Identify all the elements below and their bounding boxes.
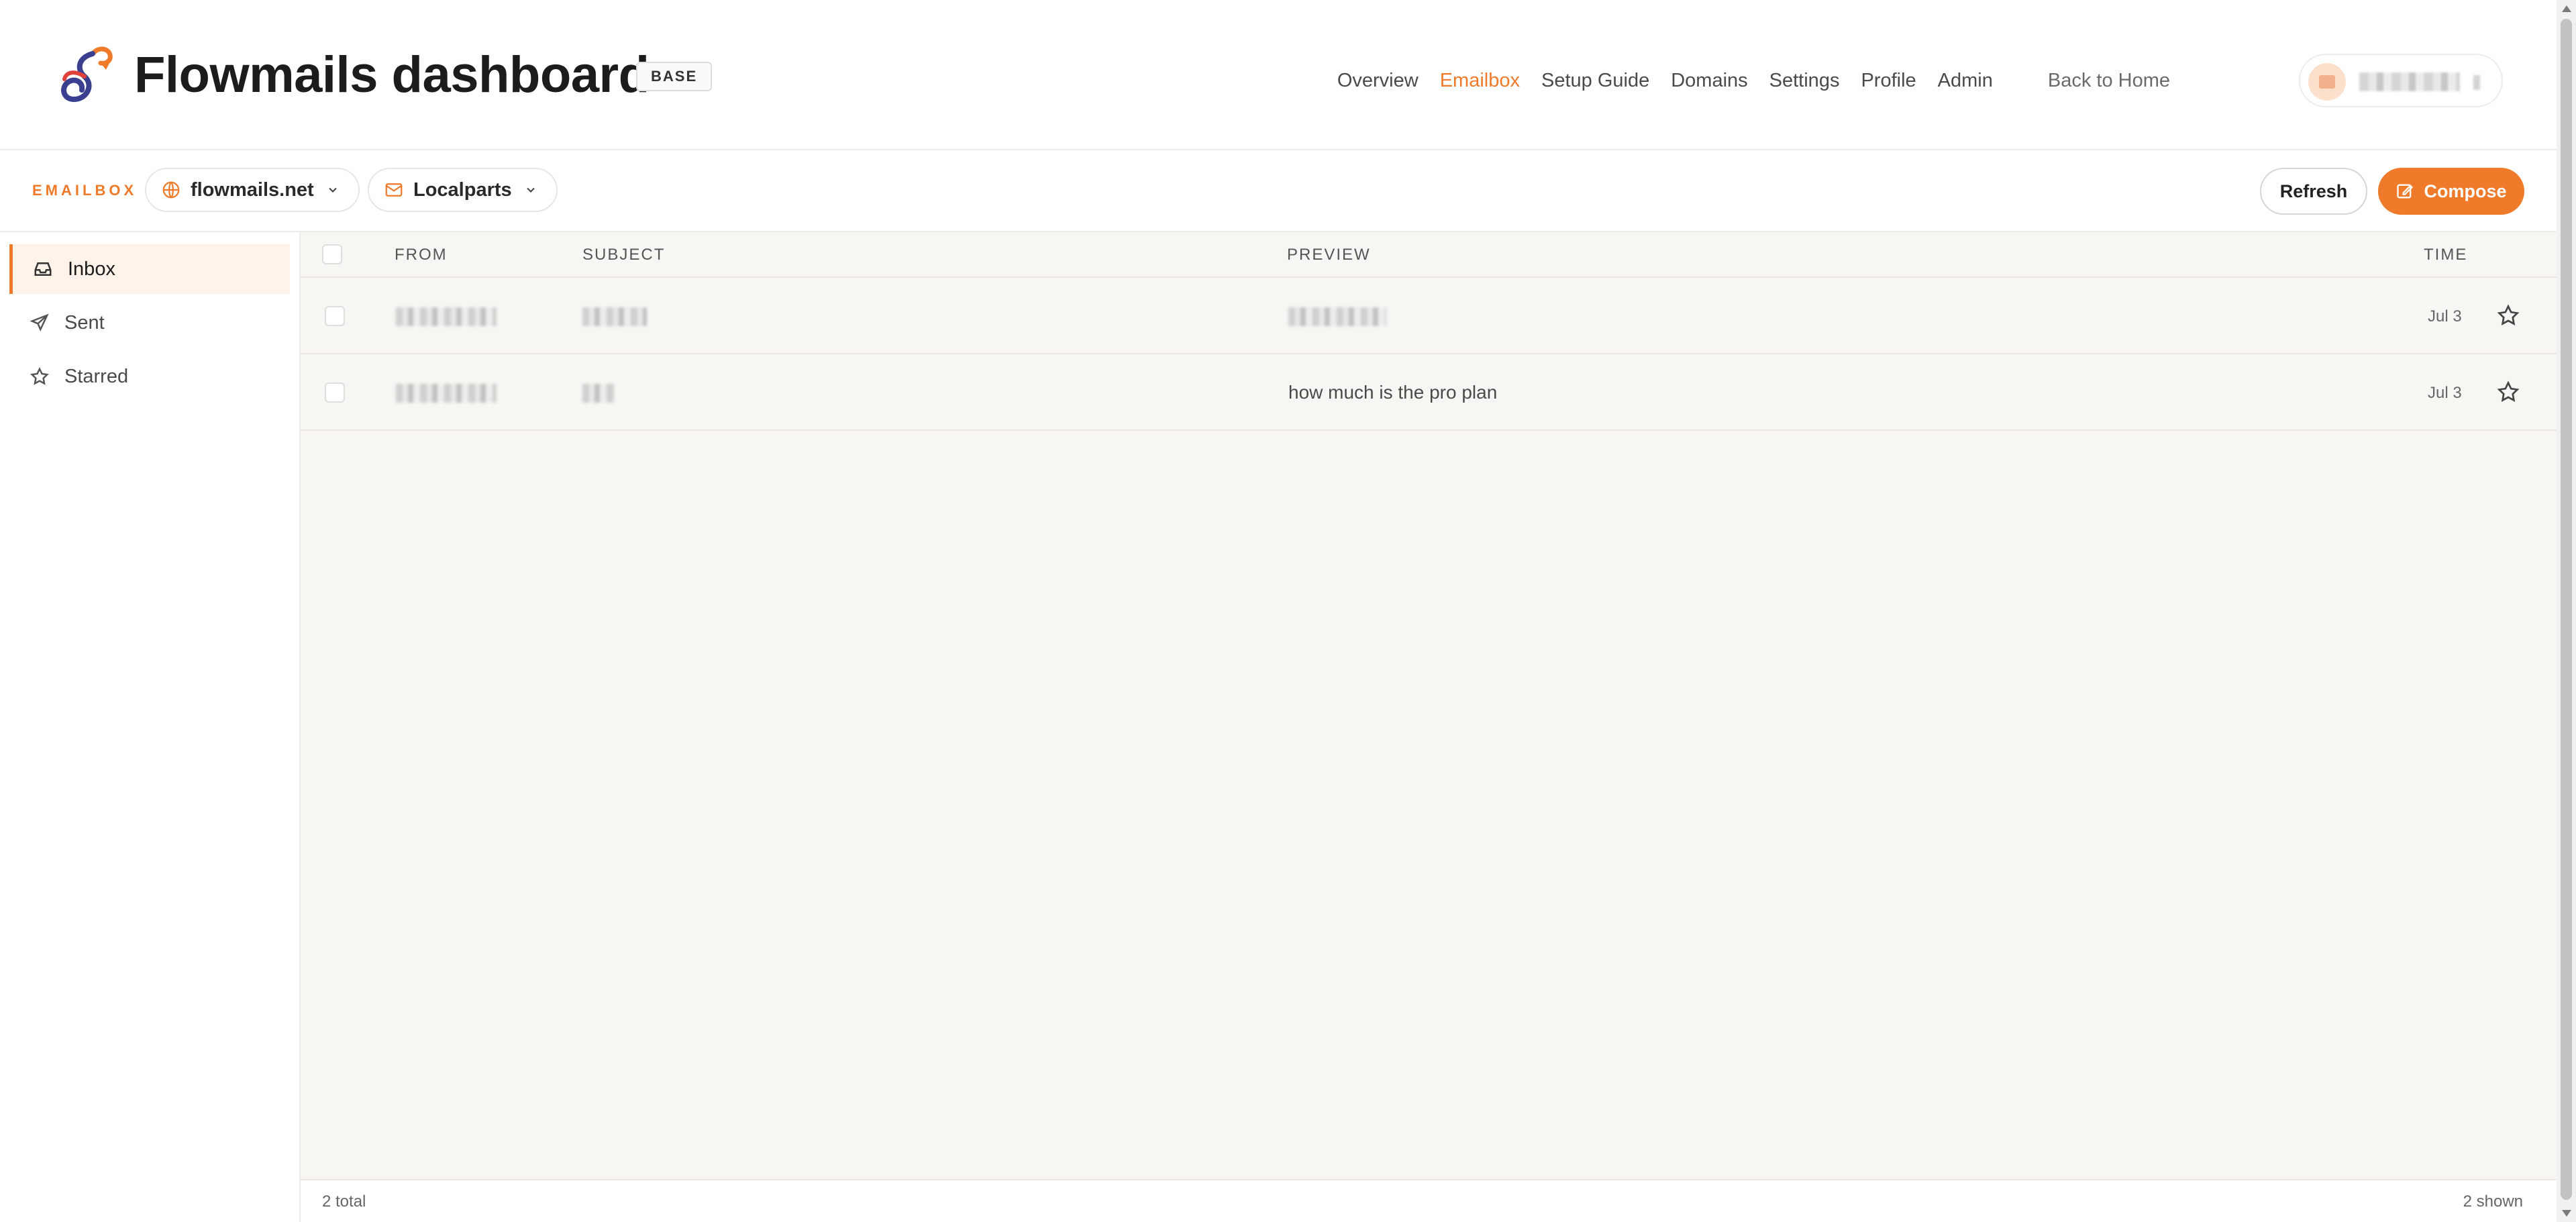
nav-overview[interactable]: Overview	[1327, 64, 1429, 97]
sidebar-item-label: Starred	[64, 365, 129, 387]
nav-admin[interactable]: Admin	[1927, 64, 2004, 97]
nav-domains[interactable]: Domains	[1660, 64, 1758, 97]
shown-count: 2 shown	[2463, 1192, 2523, 1211]
emailbox-toolbar: EMAILBOX flowmails.net Localparts Refres…	[0, 150, 2557, 232]
mail-list: FROM SUBJECT PREVIEW TIME Jul 3 how much…	[301, 232, 2557, 1222]
sidebar-item-label: Sent	[64, 311, 105, 334]
nav-profile[interactable]: Profile	[1850, 64, 1926, 97]
column-header-from[interactable]: FROM	[395, 244, 448, 266]
mail-row[interactable]: how much is the pro plan Jul 3	[301, 354, 2557, 431]
inbox-icon	[34, 262, 52, 276]
user-menu-extra-redacted	[2473, 75, 2480, 90]
total-count: 2 total	[322, 1192, 366, 1211]
from-redacted	[396, 307, 497, 326]
sidebar-item-inbox[interactable]: Inbox	[9, 244, 290, 294]
mail-list-header: FROM SUBJECT PREVIEW TIME	[301, 232, 2557, 278]
user-menu-button[interactable]	[2299, 54, 2503, 107]
compose-label: Compose	[2424, 181, 2507, 201]
column-header-preview: PREVIEW	[1287, 246, 1371, 264]
mail-preview: how much is the pro plan	[1288, 382, 1498, 403]
mail-row[interactable]: Jul 3	[301, 278, 2557, 354]
sidebar-item-sent[interactable]: Sent	[9, 298, 290, 348]
sidebar-item-starred[interactable]: Starred	[9, 352, 290, 401]
chevron-down-icon	[526, 187, 535, 193]
compose-icon	[2397, 184, 2414, 199]
refresh-button[interactable]: Refresh	[2260, 168, 2367, 215]
page-scrollbar[interactable]	[2557, 0, 2576, 1222]
user-name-redacted	[2359, 72, 2460, 91]
chevron-down-icon	[328, 187, 337, 193]
folder-icon	[2308, 63, 2346, 101]
mail-list-footer: 2 total 2 shown	[301, 1179, 2557, 1222]
mail-icon	[385, 183, 403, 197]
domain-select[interactable]: flowmails.net	[145, 168, 360, 212]
folder-sidebar: Inbox Sent Starred	[0, 232, 301, 1222]
app-header: Flowmails dashboard BASE Overview Emailb…	[0, 0, 2557, 150]
column-header-time[interactable]: TIME	[2424, 244, 2467, 266]
scrollbar-thumb[interactable]	[2561, 19, 2572, 1200]
mail-time: Jul 3	[2428, 384, 2462, 402]
select-all-checkbox[interactable]	[322, 244, 342, 264]
subject-redacted	[582, 384, 615, 403]
row-checkbox[interactable]	[325, 306, 345, 326]
mail-time: Jul 3	[2428, 307, 2462, 325]
row-checkbox[interactable]	[325, 383, 345, 403]
send-icon	[30, 313, 49, 332]
nav-emailbox[interactable]: Emailbox	[1429, 64, 1531, 97]
localparts-select-value: Localparts	[413, 179, 512, 201]
from-redacted	[396, 384, 497, 403]
domain-select-value: flowmails.net	[191, 179, 314, 201]
globe-icon	[162, 181, 180, 199]
localparts-select[interactable]: Localparts	[368, 168, 558, 212]
main-nav: Overview Emailbox Setup Guide Domains Se…	[1327, 64, 2181, 97]
compose-button[interactable]: Compose	[2378, 168, 2524, 215]
scroll-down-arrow-icon[interactable]	[2562, 1210, 2571, 1217]
preview-redacted	[1288, 307, 1386, 326]
back-to-home-link[interactable]: Back to Home	[2037, 64, 2181, 97]
flowmails-logo-icon[interactable]	[54, 43, 115, 107]
star-toggle-icon[interactable]	[2496, 303, 2520, 327]
sidebar-item-label: Inbox	[68, 258, 115, 280]
column-header-subject[interactable]: SUBJECT	[582, 244, 665, 266]
section-label: EMAILBOX	[32, 182, 138, 199]
subject-redacted	[582, 307, 647, 326]
scroll-up-arrow-icon[interactable]	[2562, 5, 2571, 12]
plan-badge: BASE	[636, 62, 713, 91]
nav-setup-guide[interactable]: Setup Guide	[1531, 64, 1660, 97]
star-icon	[30, 366, 49, 385]
nav-settings[interactable]: Settings	[1759, 64, 1851, 97]
page-title: Flowmails dashboard	[134, 46, 650, 103]
star-toggle-icon[interactable]	[2496, 380, 2520, 404]
